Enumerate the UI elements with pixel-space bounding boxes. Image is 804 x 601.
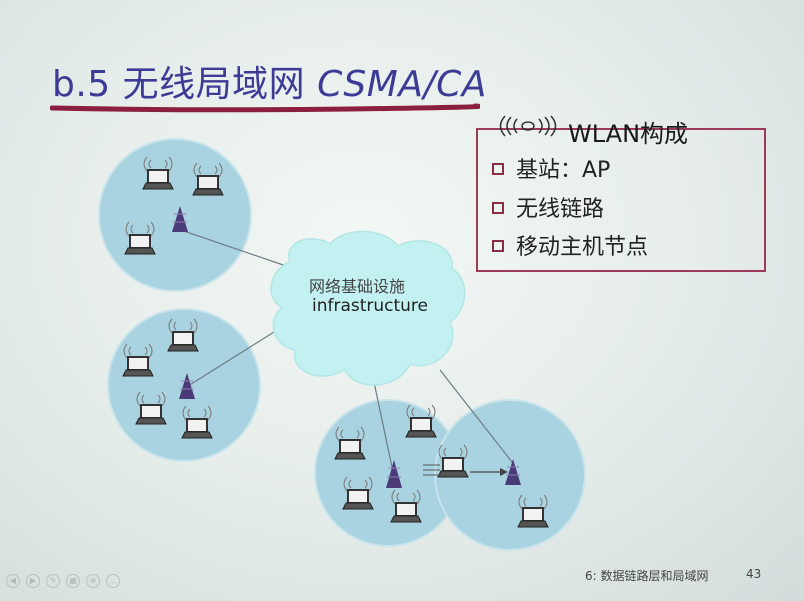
prev-slide-icon[interactable]: ◀	[6, 574, 20, 588]
wlan-heading: WLAN构成	[568, 120, 689, 148]
checkbox-bullet-icon	[492, 163, 504, 175]
checkbox-bullet-icon	[492, 202, 504, 214]
footer-chapter: 6: 数据链路层和局域网	[585, 569, 709, 583]
wireless-signal-icon	[499, 115, 557, 137]
wlan-item-ap: 基站：AP	[492, 152, 610, 184]
page-number: 43	[746, 567, 762, 581]
wlan-item-wireless-link: 无线链路	[492, 191, 604, 223]
cloud-label-cn: 网络基础设施	[308, 277, 405, 296]
pen-icon[interactable]: ✎	[46, 574, 60, 588]
checkbox-bullet-icon	[492, 240, 504, 252]
cloud-label-en: infrastructure	[311, 296, 429, 316]
zoom-icon[interactable]: ⊕	[86, 574, 100, 588]
next-slide-icon[interactable]: ▶	[26, 574, 40, 588]
wlan-item-mobile-host: 移动主机节点	[492, 229, 648, 261]
more-options-icon[interactable]: …	[106, 574, 120, 588]
slides-grid-icon[interactable]: ▦	[66, 574, 80, 588]
cell-top-left	[98, 138, 252, 292]
slideshow-controls: ◀ ▶ ✎ ▦ ⊕ …	[6, 574, 120, 588]
